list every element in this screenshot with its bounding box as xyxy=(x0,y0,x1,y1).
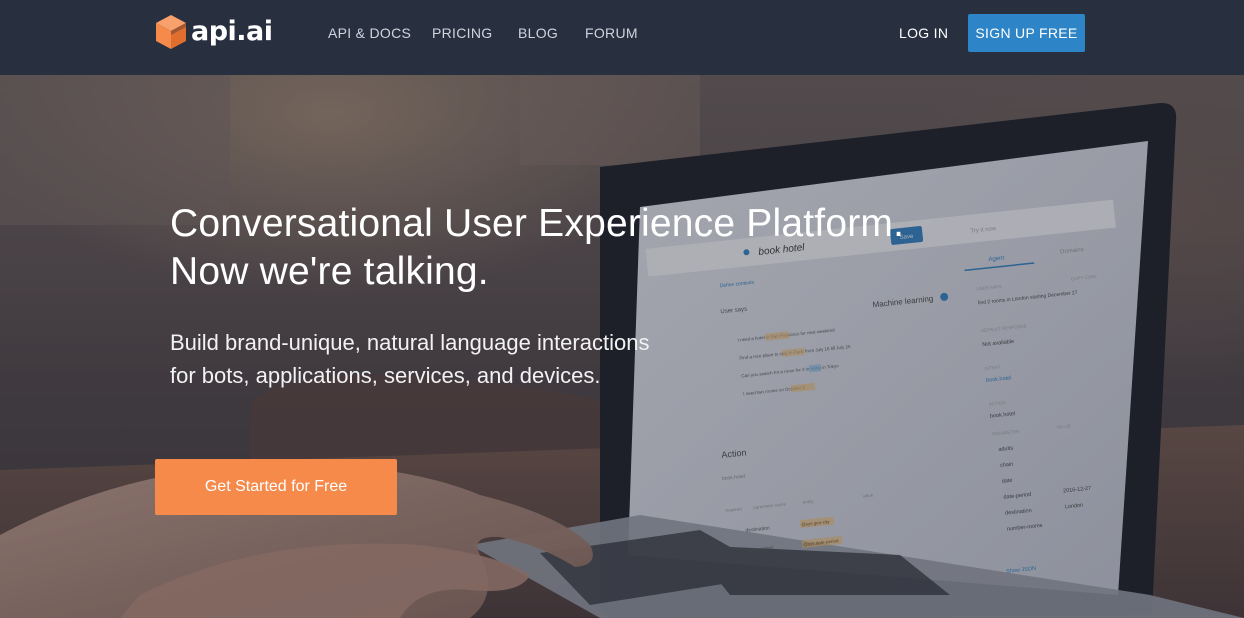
login-link[interactable]: LOG IN xyxy=(899,24,948,42)
logo-text: api.ai xyxy=(191,16,273,47)
hero-headline-line-2: Now we're talking. xyxy=(170,250,489,293)
top-nav: api.ai API & DOCS PRICING BLOG FORUM LOG… xyxy=(0,0,1244,75)
logo[interactable]: api.ai xyxy=(155,14,273,50)
cube-logo-icon xyxy=(156,15,186,49)
hero-headline: Conversational User Experience Platform.… xyxy=(170,200,904,296)
hero-subheading: Build brand-unique, natural language int… xyxy=(170,326,649,392)
nav-link-api-docs[interactable]: API & DOCS xyxy=(328,24,411,42)
nav-link-pricing[interactable]: PRICING xyxy=(432,24,492,42)
signup-button[interactable]: SIGN UP FREE xyxy=(968,14,1085,52)
hero-headline-line-1: Conversational User Experience Platform. xyxy=(170,202,905,245)
hero-subheading-line-1: Build brand-unique, natural language int… xyxy=(170,330,650,355)
nav-link-forum[interactable]: FORUM xyxy=(585,24,638,42)
get-started-button[interactable]: Get Started for Free xyxy=(155,459,397,515)
hero-subheading-line-2: for bots, applications, services, and de… xyxy=(170,363,601,388)
nav-link-blog[interactable]: BLOG xyxy=(518,24,558,42)
